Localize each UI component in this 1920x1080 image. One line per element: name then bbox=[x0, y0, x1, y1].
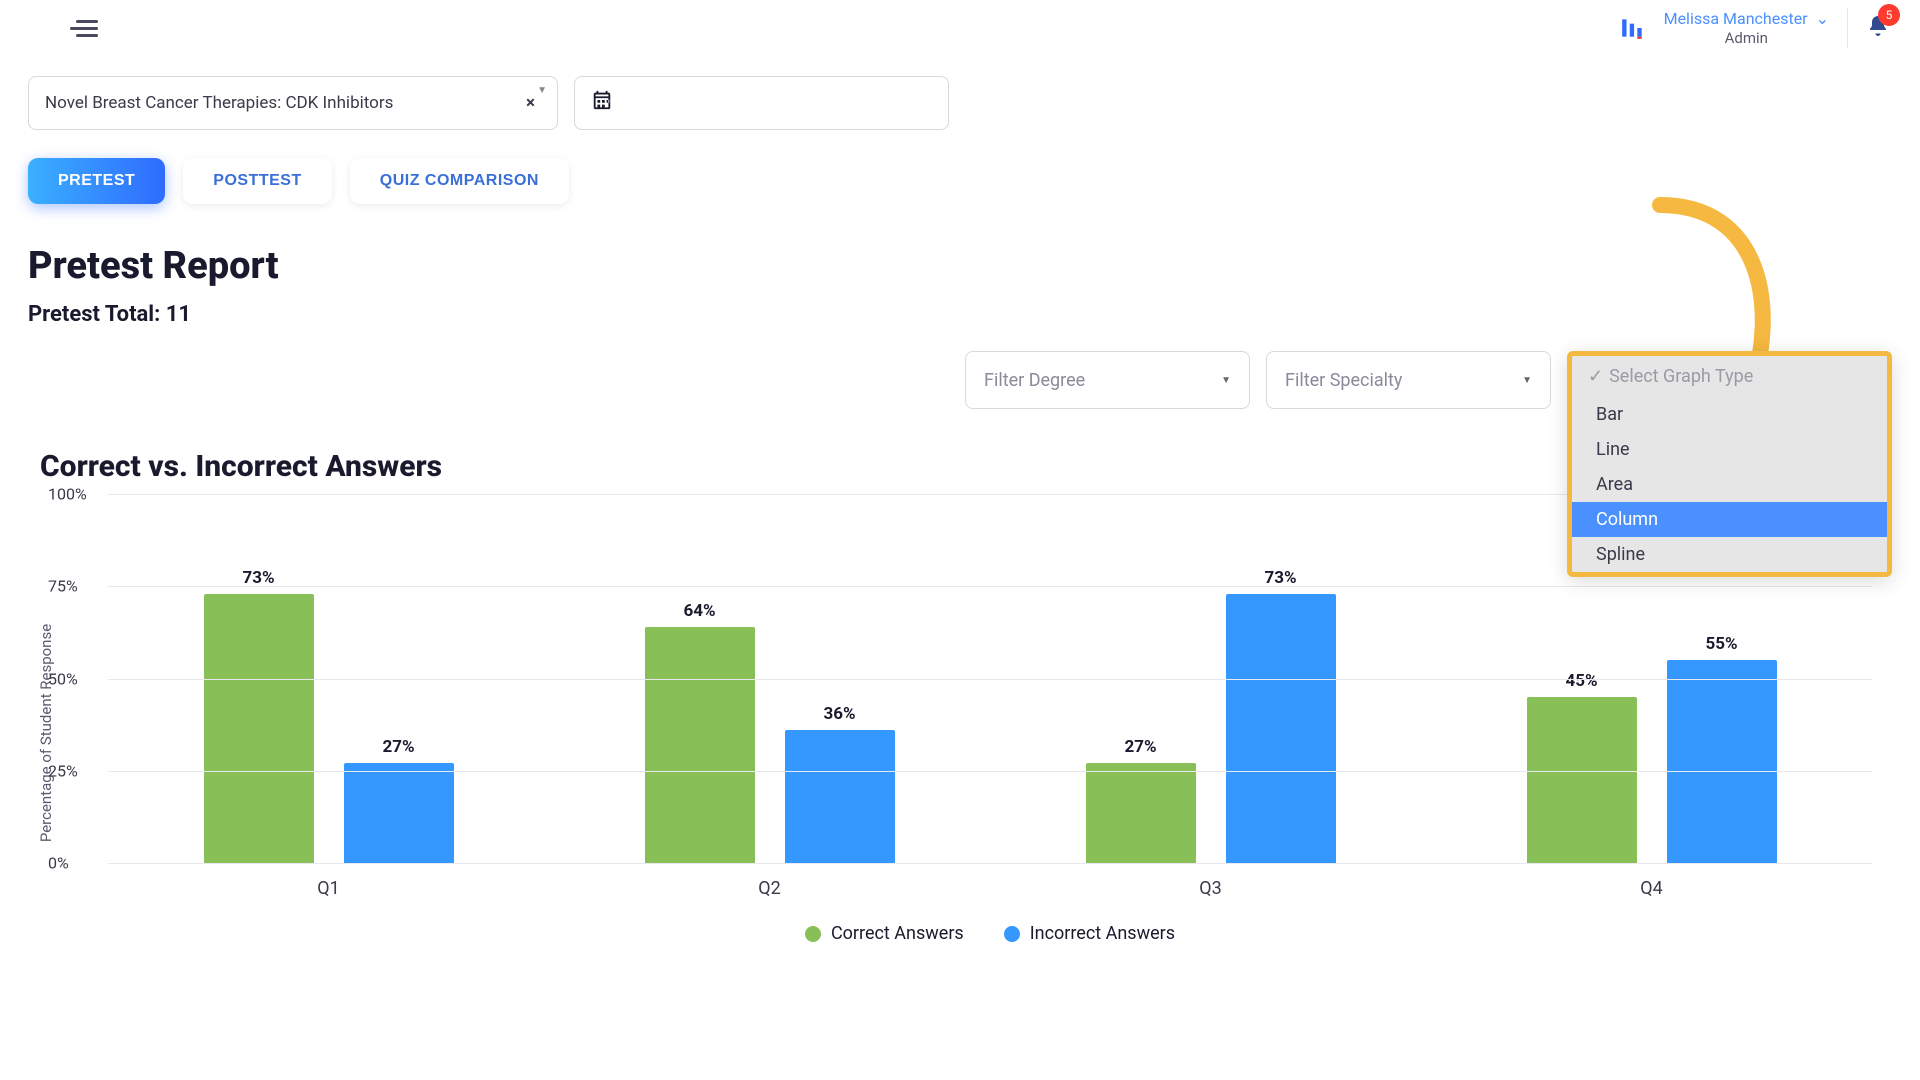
legend-incorrect: Incorrect Answers bbox=[1004, 923, 1175, 944]
bar-value-label: 73% bbox=[1221, 568, 1341, 588]
bar-correct bbox=[645, 627, 755, 863]
bar-correct bbox=[204, 594, 314, 863]
bar-incorrect bbox=[344, 763, 454, 863]
chart-legend: Correct Answers Incorrect Answers bbox=[108, 923, 1872, 944]
graph-type-option-line[interactable]: Line bbox=[1572, 432, 1887, 467]
legend-correct: Correct Answers bbox=[805, 923, 964, 944]
graph-type-select[interactable]: ✓ Select Graph Type BarLineAreaColumnSpl… bbox=[1567, 351, 1892, 409]
bar-correct bbox=[1086, 763, 1196, 863]
filter-specialty-placeholder: Filter Specialty bbox=[1285, 370, 1402, 391]
user-role: Admin bbox=[1725, 29, 1768, 47]
divider bbox=[1847, 8, 1848, 48]
filter-degree-placeholder: Filter Degree bbox=[984, 370, 1085, 391]
caret-down-icon: ▼ bbox=[1522, 375, 1532, 386]
tab-quiz-comparison[interactable]: QUIZ COMPARISON bbox=[350, 158, 569, 204]
legend-swatch-correct bbox=[805, 926, 821, 942]
tab-posttest[interactable]: POSTTEST bbox=[183, 158, 331, 204]
pretest-total: Pretest Total: 11 bbox=[28, 302, 1892, 327]
primary-filter-row: Novel Breast Cancer Therapies: CDK Inhib… bbox=[28, 76, 1892, 130]
brand-icon bbox=[1620, 15, 1646, 41]
x-tick-label: Q2 bbox=[549, 878, 990, 899]
legend-swatch-incorrect bbox=[1004, 926, 1020, 942]
bar-value-label: 27% bbox=[339, 737, 459, 757]
y-tick-label: 100% bbox=[48, 485, 87, 504]
chevron-down-icon: ⌄ bbox=[1816, 9, 1829, 28]
bar-value-label: 27% bbox=[1081, 737, 1201, 757]
graph-type-option-bar[interactable]: Bar bbox=[1572, 397, 1887, 432]
bar-incorrect bbox=[785, 730, 895, 863]
graph-type-option-spline[interactable]: Spline bbox=[1572, 537, 1887, 572]
header-right: Melissa Manchester ⌄ Admin 5 bbox=[1620, 8, 1890, 48]
tab-pretest[interactable]: PRETEST bbox=[28, 158, 165, 204]
graph-type-option-area[interactable]: Area bbox=[1572, 467, 1887, 502]
graph-type-dropdown-panel: ✓ Select Graph Type BarLineAreaColumnSpl… bbox=[1567, 351, 1892, 577]
date-range-select[interactable] bbox=[574, 76, 949, 130]
y-tick-label: 50% bbox=[48, 669, 78, 688]
y-axis-label: Percentage of Student Response bbox=[37, 624, 55, 842]
gridline bbox=[108, 586, 1872, 587]
course-select[interactable]: Novel Breast Cancer Therapies: CDK Inhib… bbox=[28, 76, 558, 130]
x-tick-label: Q3 bbox=[990, 878, 1431, 899]
x-axis-labels: Q1Q2Q3Q4 bbox=[108, 878, 1872, 899]
gridline bbox=[108, 863, 1872, 864]
graph-type-option-column[interactable]: Column bbox=[1572, 502, 1887, 537]
y-tick-label: 25% bbox=[48, 761, 78, 780]
bar-value-label: 45% bbox=[1522, 671, 1642, 691]
check-icon: ✓ bbox=[1588, 366, 1603, 387]
user-menu[interactable]: Melissa Manchester ⌄ Admin bbox=[1664, 9, 1829, 46]
graph-type-placeholder: ✓ Select Graph Type bbox=[1572, 356, 1887, 397]
bar-value-label: 64% bbox=[640, 601, 760, 621]
x-tick-label: Q4 bbox=[1431, 878, 1872, 899]
gridline bbox=[108, 771, 1872, 772]
filter-specialty-select[interactable]: Filter Specialty ▼ bbox=[1266, 351, 1551, 409]
y-tick-label: 75% bbox=[48, 577, 78, 596]
bar-correct bbox=[1527, 697, 1637, 863]
page-title: Pretest Report bbox=[28, 244, 1892, 288]
course-select-value: Novel Breast Cancer Therapies: CDK Inhib… bbox=[45, 93, 393, 113]
calendar-icon bbox=[591, 89, 613, 117]
caret-down-icon: ▼ bbox=[537, 85, 547, 96]
y-tick-label: 0% bbox=[48, 854, 69, 873]
user-name: Melissa Manchester bbox=[1664, 9, 1808, 28]
notifications-button[interactable]: 5 bbox=[1866, 14, 1890, 42]
bar-value-label: 73% bbox=[199, 568, 319, 588]
clear-course-button[interactable]: × bbox=[520, 93, 541, 113]
report-tabs: PRETEST POSTTEST QUIZ COMPARISON bbox=[28, 158, 1892, 204]
bar-incorrect bbox=[1226, 594, 1336, 863]
page-content: Novel Breast Cancer Therapies: CDK Inhib… bbox=[0, 56, 1920, 954]
secondary-filter-row: Filter Degree ▼ Filter Specialty ▼ ✓ Sel… bbox=[28, 351, 1892, 409]
notification-count-badge: 5 bbox=[1878, 4, 1900, 26]
bar-value-label: 36% bbox=[780, 704, 900, 724]
gridline bbox=[108, 679, 1872, 680]
filter-degree-select[interactable]: Filter Degree ▼ bbox=[965, 351, 1250, 409]
menu-toggle[interactable] bbox=[30, 10, 138, 47]
bar-value-label: 55% bbox=[1662, 634, 1782, 654]
bar-incorrect bbox=[1667, 660, 1777, 863]
caret-down-icon: ▼ bbox=[1221, 375, 1231, 386]
app-header: Melissa Manchester ⌄ Admin 5 bbox=[0, 0, 1920, 56]
x-tick-label: Q1 bbox=[108, 878, 549, 899]
